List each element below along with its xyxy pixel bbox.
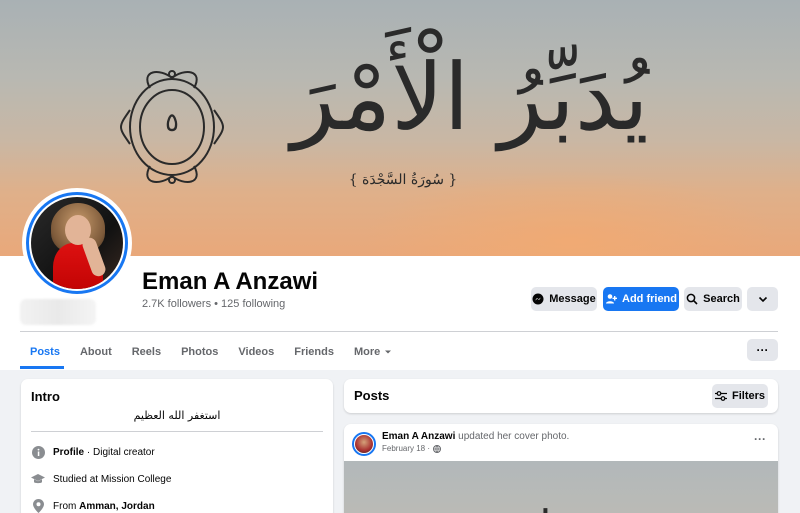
intro-divider: [31, 431, 323, 432]
search-label: Search: [703, 293, 740, 305]
sliders-icon: [714, 391, 727, 401]
intro-education-row: Studied at Mission College: [31, 472, 171, 486]
more-options-button[interactable]: ···: [747, 339, 778, 361]
profile-options-button[interactable]: [747, 287, 778, 311]
filters-button[interactable]: Filters: [712, 384, 768, 408]
hometown-prefix: From: [53, 500, 80, 512]
post-author-avatar[interactable]: [352, 432, 376, 456]
hometown-value[interactable]: Amman, Jordan: [79, 501, 155, 512]
profile-type-value: · Digital creator: [84, 446, 155, 458]
intro-hometown-row: From Amman, Jordan: [31, 499, 155, 513]
messenger-icon: [532, 293, 544, 305]
intro-bio: استغفر الله العظيم: [133, 409, 221, 422]
tab-photos[interactable]: Photos: [171, 338, 228, 366]
cover-verse: يُدَبِّرُ الْأَمْرَ: [291, 44, 649, 151]
post-options-button[interactable]: ···: [754, 432, 766, 446]
intro-profile-row: Profile · Digital creator: [31, 445, 155, 459]
story-ring: [26, 192, 128, 294]
intro-card: Intro استغفر الله العظيم Profile · Digit…: [21, 379, 333, 513]
post-meta: February 18 ·: [382, 444, 442, 453]
posts-title: Posts: [354, 388, 390, 403]
add-friend-label: Add friend: [622, 293, 677, 305]
caret-down-icon: [385, 350, 392, 354]
search-icon: [686, 293, 698, 305]
profile-type-label: Profile: [53, 446, 85, 458]
message-button[interactable]: Message: [531, 287, 597, 311]
tab-posts[interactable]: Posts: [20, 338, 70, 366]
tab-more[interactable]: More: [344, 338, 402, 366]
post-image-calligraphy: ﯾ: [539, 481, 552, 513]
profile-name: Eman A Anzawi: [142, 268, 319, 295]
follow-counts[interactable]: 2.7K followers • 125 following: [142, 298, 285, 310]
post-header: Eman A Anzawi updated her cover photo.: [382, 431, 569, 442]
search-button[interactable]: Search: [684, 287, 742, 311]
education-text: Studied at Mission College: [53, 473, 172, 485]
profile-tabs: Posts About Reels Photos Videos Friends …: [20, 338, 402, 366]
blurred-region: [20, 299, 96, 325]
tab-reels[interactable]: Reels: [122, 338, 171, 366]
posts-header-card: Posts Filters: [344, 379, 778, 413]
profile-picture[interactable]: [22, 188, 132, 298]
tab-about[interactable]: About: [70, 338, 122, 366]
intro-title: Intro: [31, 389, 60, 404]
location-pin-icon: [31, 499, 45, 513]
add-friend-button[interactable]: Add friend: [603, 287, 679, 311]
cover-caption: { سُورَةُ السَّجْدَة }: [348, 172, 458, 188]
post-action-text: updated her cover photo.: [455, 431, 570, 442]
active-tab-indicator: [20, 366, 64, 369]
medallion-digit: ٥: [165, 108, 179, 138]
header-divider: [20, 331, 778, 332]
graduation-cap-icon: [31, 472, 45, 486]
chevron-down-icon: [758, 296, 767, 303]
info-icon: [31, 445, 45, 459]
globe-icon: [433, 444, 442, 453]
tab-videos[interactable]: Videos: [228, 338, 284, 366]
post-date[interactable]: February 18 ·: [382, 444, 430, 453]
add-person-icon: [606, 294, 617, 304]
tab-friends[interactable]: Friends: [284, 338, 344, 366]
message-label: Message: [549, 293, 596, 305]
post-card: Eman A Anzawi updated her cover photo. F…: [344, 424, 778, 513]
avatar: [31, 197, 123, 289]
filters-label: Filters: [731, 390, 765, 402]
post-image[interactable]: ﯾ: [344, 461, 778, 513]
post-author-name[interactable]: Eman A Anzawi: [382, 431, 455, 442]
